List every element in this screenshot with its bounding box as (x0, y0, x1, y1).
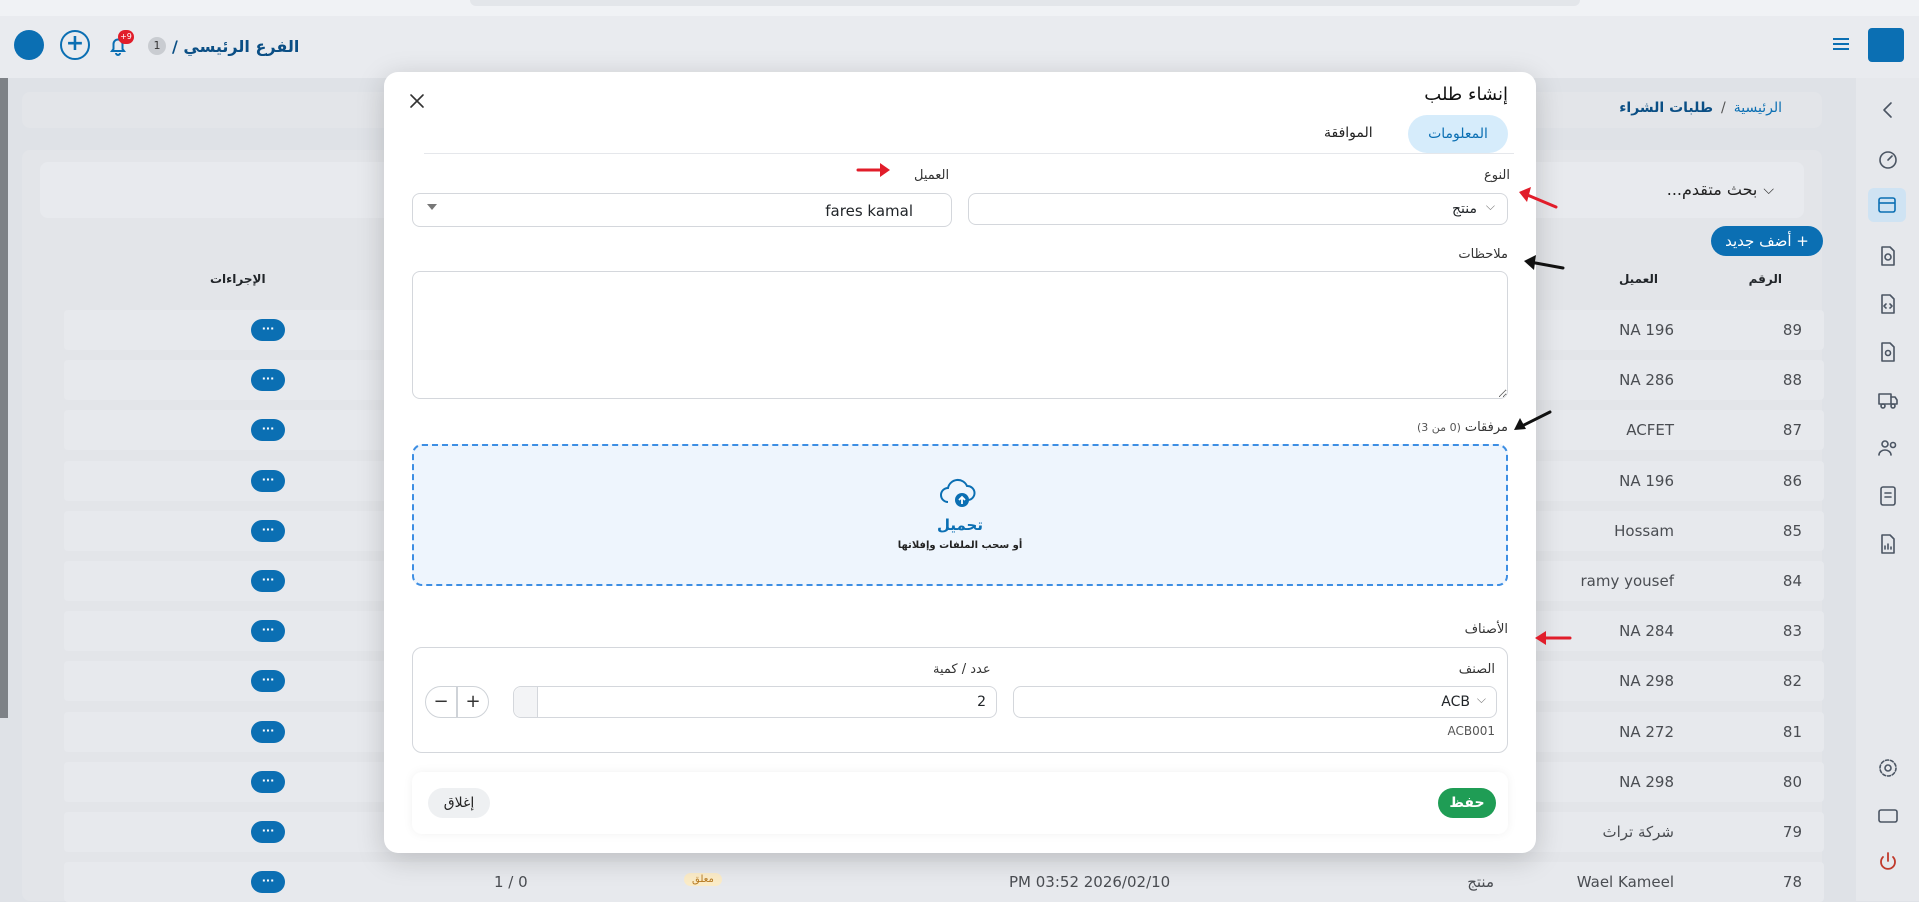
annotation-arrows (856, 163, 1572, 645)
red-arrow-customer (856, 163, 890, 177)
red-arrow-type (1519, 187, 1558, 209)
black-arrow-attachments (1514, 410, 1552, 430)
black-arrow-notes (1524, 255, 1565, 270)
red-arrow-items (1535, 631, 1572, 645)
